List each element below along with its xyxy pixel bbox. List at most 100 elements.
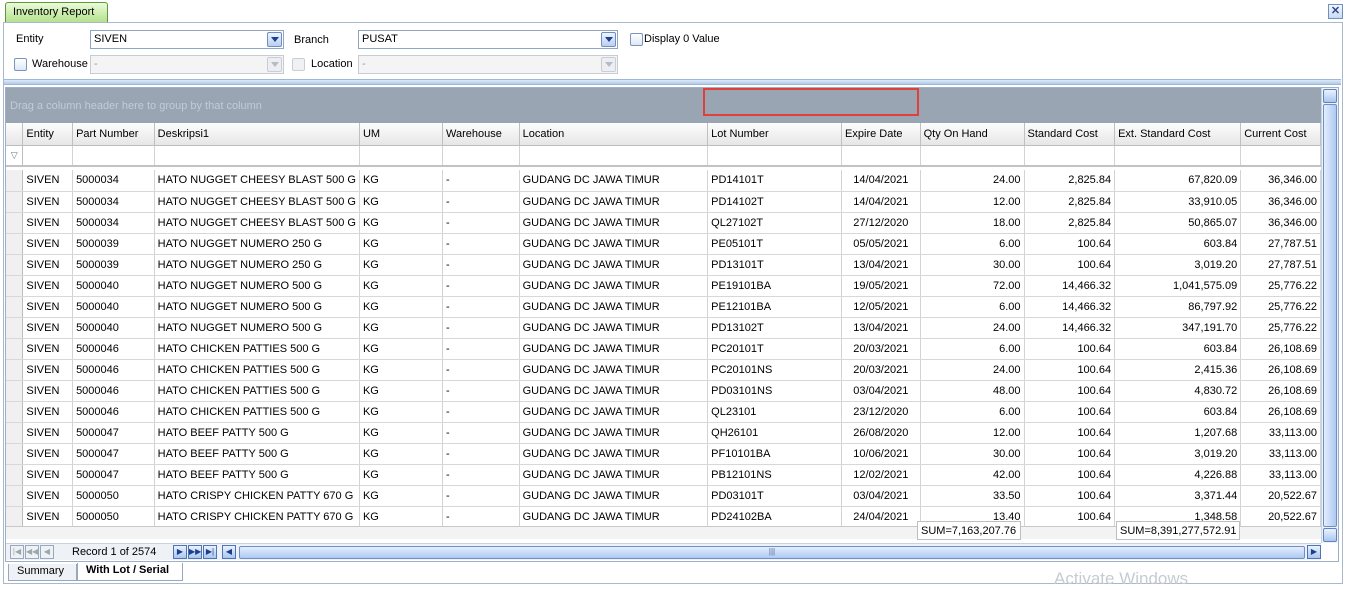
table-cell: 26/08/2020 [841, 422, 921, 444]
panel-splitter[interactable] [4, 79, 1341, 85]
table-row[interactable]: SIVEN 5000046 HATO CHICKEN PATTIES 500 G KG… [6, 359, 1321, 381]
close-icon[interactable]: ✕ [1328, 4, 1343, 19]
branch-dropdown[interactable]: PUSAT [358, 30, 618, 49]
column-header[interactable]: UM [359, 123, 444, 146]
filter-cell[interactable] [841, 145, 921, 167]
first-record-icon[interactable]: |◀ [10, 545, 24, 559]
row-indicator[interactable] [6, 170, 24, 192]
row-indicator[interactable] [6, 233, 24, 255]
warehouse-checkbox[interactable] [14, 58, 27, 71]
table-row[interactable]: SIVEN 5000039 HATO NUGGET NUMERO 250 G KG - G… [6, 233, 1321, 255]
document-tab[interactable]: Inventory Report [5, 2, 108, 22]
table-row[interactable]: SIVEN 5000040 HATO NUGGET NUMERO 500 G KG - G… [6, 317, 1321, 339]
column-header[interactable]: Lot Number [707, 123, 843, 146]
scroll-right-icon[interactable]: ▶ [1307, 545, 1321, 559]
chevron-down-icon[interactable] [601, 32, 616, 47]
row-indicator[interactable] [6, 359, 24, 381]
filter-cell[interactable] [707, 145, 843, 167]
filter-icon[interactable]: ▽ [6, 145, 24, 167]
table-cell: GUDANG DC JAWA TIMUR [519, 233, 709, 255]
row-indicator[interactable] [6, 464, 24, 486]
row-indicator[interactable] [6, 380, 24, 402]
location-checkbox[interactable] [292, 58, 305, 71]
scroll-left-icon[interactable]: ◀ [222, 545, 236, 559]
row-indicator[interactable] [6, 443, 24, 465]
table-row[interactable]: SIVEN 5000046 HATO CHICKEN PATTIES 500 G KG… [6, 380, 1321, 402]
column-header[interactable]: Part Number [72, 123, 155, 146]
row-indicator[interactable] [6, 275, 24, 297]
filter-cell[interactable] [359, 145, 444, 167]
vertical-scroll-thumb[interactable] [1323, 104, 1337, 527]
column-header[interactable]: Warehouse [442, 123, 520, 146]
filter-cell[interactable] [920, 145, 1025, 167]
table-row[interactable]: SIVEN 5000034 HATO NUGGET CHEESY BLAST 500… [6, 212, 1321, 234]
row-indicator[interactable] [6, 212, 24, 234]
table-row[interactable]: SIVEN 5000040 HATO NUGGET NUMERO 500 G KG - G… [6, 275, 1321, 297]
row-indicator[interactable] [6, 338, 24, 360]
next-record-icon[interactable]: ▶ [173, 545, 187, 559]
table-row[interactable]: SIVEN 5000047 HATO BEEF PATTY 500 G KG - GUDA… [6, 422, 1321, 444]
entity-dropdown[interactable]: SIVEN [90, 30, 284, 49]
table-cell: PD24102BA [707, 506, 843, 526]
column-header[interactable]: Ext. Standard Cost [1114, 123, 1242, 146]
row-indicator[interactable] [6, 296, 24, 318]
prev-page-icon[interactable]: ◀◀ [25, 545, 39, 559]
filter-cell[interactable] [1024, 145, 1116, 167]
table-cell: SIVEN [22, 464, 74, 486]
table-cell: 6.00 [920, 233, 1025, 255]
next-page-icon[interactable]: ▶▶ [188, 545, 202, 559]
table-cell: 100.64 [1024, 464, 1116, 486]
row-indicator[interactable] [6, 254, 24, 276]
horizontal-scroll-thumb[interactable]: ||| [239, 546, 1305, 559]
table-row[interactable]: SIVEN 5000039 HATO NUGGET NUMERO 250 G KG - G… [6, 254, 1321, 276]
filter-cell[interactable] [442, 145, 520, 167]
tab-summary[interactable]: Summary [8, 564, 77, 581]
column-header[interactable]: Standard Cost [1024, 123, 1116, 146]
table-row[interactable]: SIVEN 5000046 HATO CHICKEN PATTIES 500 G KG… [6, 338, 1321, 360]
prev-record-icon[interactable]: ◀ [40, 545, 54, 559]
table-cell: 6.00 [920, 338, 1025, 360]
scroll-up-icon[interactable] [1323, 89, 1337, 103]
filter-cell[interactable] [1114, 145, 1242, 167]
row-indicator[interactable] [6, 422, 24, 444]
chevron-down-icon[interactable] [267, 32, 282, 47]
table-row[interactable]: SIVEN 5000047 HATO BEEF PATTY 500 G KG - GUDA… [6, 464, 1321, 486]
column-header[interactable]: Current Cost [1240, 123, 1321, 146]
scroll-down-icon[interactable] [1323, 528, 1337, 542]
filter-cell[interactable] [22, 145, 74, 167]
group-by-panel[interactable]: Drag a column header here to group by th… [6, 88, 1321, 123]
table-cell: 5000039 [72, 254, 155, 276]
filter-cell[interactable] [519, 145, 709, 167]
column-header[interactable]: Deskripsi1 [154, 123, 360, 146]
table-row[interactable]: SIVEN 5000034 HATO NUGGET CHEESY BLAST 500… [6, 170, 1321, 192]
last-record-icon[interactable]: ▶| [203, 545, 217, 559]
table-cell: 48.00 [920, 380, 1025, 402]
column-header[interactable]: Qty On Hand [920, 123, 1025, 146]
column-header[interactable]: Location [519, 123, 709, 146]
table-row[interactable]: SIVEN 5000050 HATO CRISPY CHICKEN PATTY 67… [6, 485, 1321, 507]
column-header[interactable]: Entity [22, 123, 74, 146]
row-indicator[interactable] [6, 401, 24, 423]
vertical-scrollbar[interactable] [1321, 88, 1338, 543]
filter-cell[interactable] [72, 145, 155, 167]
row-indicator[interactable] [6, 191, 24, 213]
table-cell: 5000040 [72, 275, 155, 297]
table-row[interactable]: SIVEN 5000040 HATO NUGGET NUMERO 500 G KG - G… [6, 296, 1321, 318]
row-indicator[interactable] [6, 317, 24, 339]
table-row[interactable]: SIVEN 5000047 HATO BEEF PATTY 500 G KG - GUDA… [6, 443, 1321, 465]
table-cell: 14,466.32 [1024, 275, 1116, 297]
warehouse-dropdown[interactable]: - [90, 55, 284, 74]
filter-cell[interactable] [1240, 145, 1321, 167]
table-cell: 12.00 [920, 422, 1025, 444]
tab-with-lot-serial[interactable]: With Lot / Serial [77, 563, 183, 581]
table-cell: SIVEN [22, 380, 74, 402]
row-indicator[interactable] [6, 485, 24, 507]
column-header[interactable]: Expire Date [841, 123, 921, 146]
table-row[interactable]: SIVEN 5000034 HATO NUGGET CHEESY BLAST 500… [6, 191, 1321, 213]
location-dropdown[interactable]: - [358, 55, 618, 74]
row-indicator[interactable] [6, 506, 24, 526]
table-row[interactable]: SIVEN 5000046 HATO CHICKEN PATTIES 500 G KG… [6, 401, 1321, 423]
column-header-row: Entity Part Number Deskripsi1 UM Warehou… [6, 123, 1321, 146]
filter-cell[interactable] [154, 145, 360, 167]
display-zero-checkbox[interactable] [630, 33, 643, 46]
